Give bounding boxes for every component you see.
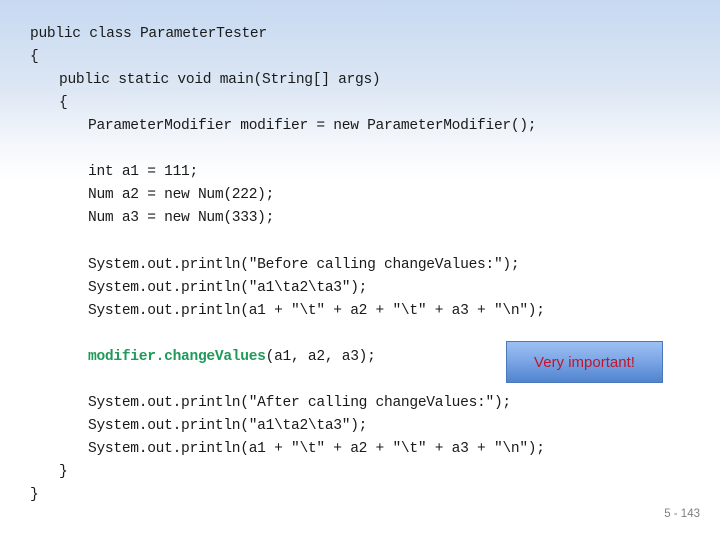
code-line-main-decl: public static void main(String[] args) <box>59 72 381 88</box>
code-line-change-values-call: modifier.changeValues(a1, a2, a3); <box>88 348 376 366</box>
code-line-open-brace: { <box>30 49 39 65</box>
callout-label: Very important! <box>534 353 635 371</box>
code-line-main-close-brace: } <box>59 464 68 480</box>
code-line-print-values-1: System.out.println(a1 + "\t" + a2 + "\t"… <box>88 303 545 319</box>
code-line-a3-decl: Num a3 = new Num(333); <box>88 210 275 226</box>
page-number: 5 - 143 <box>664 508 700 520</box>
code-line-print-header-1: System.out.println("a1\ta2\ta3"); <box>88 280 368 296</box>
code-line-class-decl: public class ParameterTester <box>30 26 267 42</box>
code-line-print-header-2: System.out.println("a1\ta2\ta3"); <box>88 418 368 434</box>
code-line-class-close-brace: } <box>30 487 39 503</box>
code-line-a2-decl: Num a2 = new Num(222); <box>88 187 275 203</box>
method-call-args: (a1, a2, a3); <box>265 349 376 365</box>
method-call-change-values: modifier.changeValues <box>88 349 266 365</box>
code-line-modifier-decl: ParameterModifier modifier = new Paramet… <box>88 118 537 134</box>
very-important-callout: Very important! <box>506 341 663 383</box>
code-line-print-after: System.out.println("After calling change… <box>88 395 511 411</box>
code-line-main-open-brace: { <box>59 95 68 111</box>
code-line-print-values-2: System.out.println(a1 + "\t" + a2 + "\t"… <box>88 441 545 457</box>
code-line-print-before: System.out.println("Before calling chang… <box>88 257 520 273</box>
code-line-a1-decl: int a1 = 111; <box>88 164 198 180</box>
